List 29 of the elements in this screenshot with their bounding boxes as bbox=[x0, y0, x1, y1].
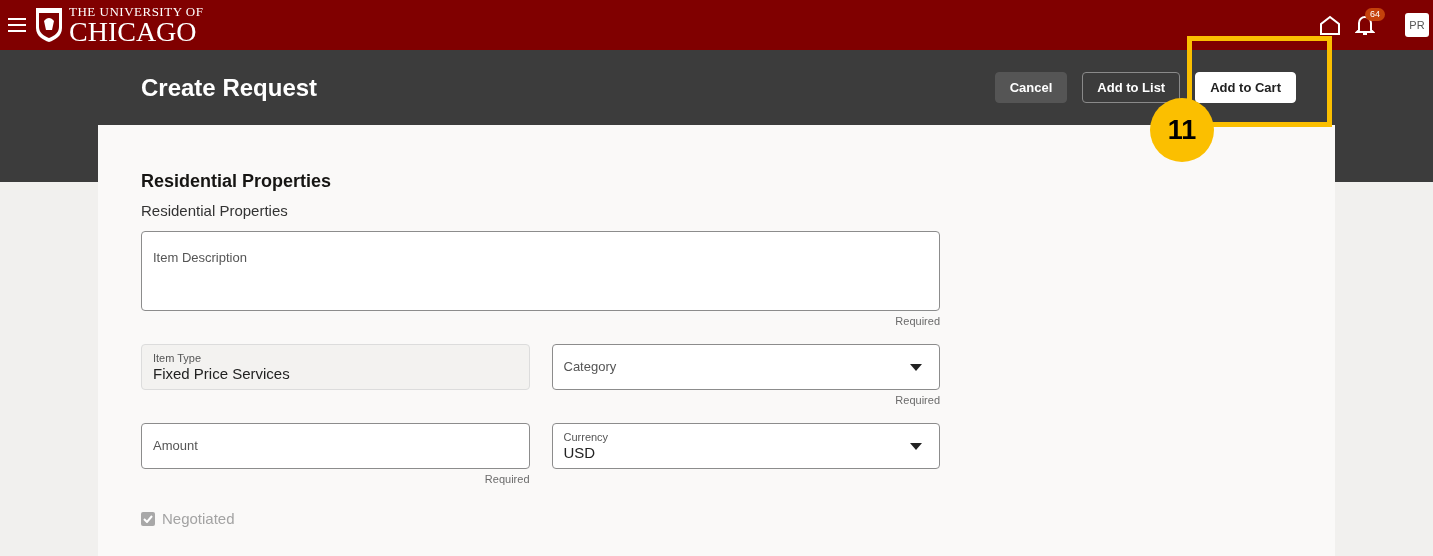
user-avatar[interactable]: PR bbox=[1405, 13, 1429, 37]
dropdown-caret-icon bbox=[910, 442, 922, 450]
shield-icon bbox=[35, 7, 63, 43]
required-hint: Required bbox=[895, 314, 940, 329]
amount-field[interactable]: Amount bbox=[141, 423, 530, 469]
logo-subtitle: THE UNIVERSITY OF bbox=[69, 4, 204, 18]
menu-icon[interactable] bbox=[8, 18, 26, 32]
field-value: USD bbox=[563, 444, 597, 461]
section-subtitle: Residential Properties bbox=[141, 202, 289, 220]
required-hint: Required bbox=[484, 472, 530, 487]
field-label: Currency bbox=[563, 431, 609, 444]
dropdown-caret-icon bbox=[910, 363, 922, 371]
field-label: Item Description bbox=[153, 249, 247, 267]
checkbox-label: Negotiated bbox=[162, 509, 235, 529]
section-heading: Residential Properties bbox=[141, 170, 333, 192]
field-label: Category bbox=[563, 358, 617, 377]
required-hint: Required bbox=[895, 393, 940, 408]
field-value: Fixed Price Services bbox=[153, 365, 291, 382]
home-icon[interactable] bbox=[1319, 15, 1341, 35]
action-button[interactable]: Add to Cart bbox=[1195, 72, 1296, 103]
notification-badge: 64 bbox=[1365, 8, 1385, 21]
dropdown-field[interactable]: Currency USD bbox=[551, 423, 940, 469]
field-label: Item Type bbox=[153, 352, 203, 365]
logo-title: CHICAGO bbox=[69, 17, 197, 46]
field-label: Amount bbox=[153, 437, 198, 456]
page-title: Create Request bbox=[141, 73, 318, 103]
dropdown-field[interactable]: Category bbox=[551, 344, 940, 390]
item-description-field[interactable]: Item Description bbox=[141, 231, 940, 311]
action-button[interactable]: Cancel bbox=[994, 72, 1068, 103]
